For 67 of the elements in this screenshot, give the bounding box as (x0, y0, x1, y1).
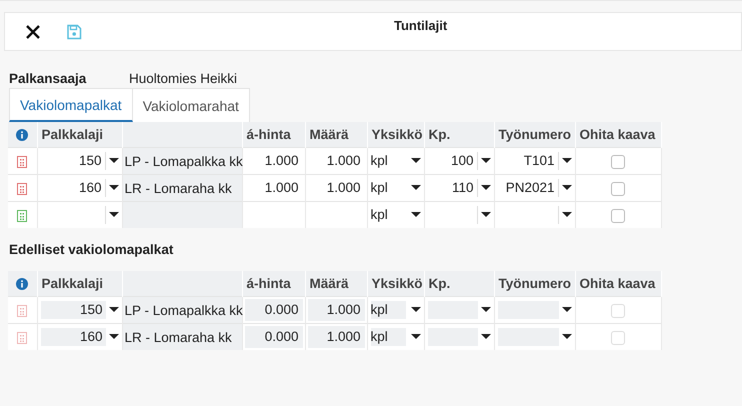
field-label: Palkansaaja (9, 70, 88, 86)
table-cell: LP - Lomapalkka kk (124, 154, 243, 168)
dropdown-field[interactable]: 150 (40, 150, 118, 172)
caret-icon[interactable] (480, 334, 490, 340)
dropdown-field[interactable] (428, 299, 490, 321)
dropdown-field[interactable]: 100 (428, 150, 490, 172)
dropdown-field[interactable]: T101 (498, 150, 572, 172)
caret-icon[interactable] (108, 334, 118, 340)
dropdown-field[interactable]: kpl (370, 177, 420, 199)
caret-icon[interactable] (108, 212, 118, 218)
table-cell: LR - Lomaraha kk (124, 180, 232, 196)
checkbox[interactable] (611, 182, 625, 196)
caret-icon[interactable] (562, 185, 572, 191)
column-header: Kp. (428, 276, 450, 291)
caret-icon[interactable] (410, 212, 420, 218)
caret-icon[interactable] (480, 212, 490, 218)
input-field[interactable]: 1.000 (308, 150, 364, 172)
checkbox[interactable] (611, 208, 625, 223)
close-icon[interactable] (26, 24, 40, 38)
table-cell: LR - Lomaraha kk (124, 330, 232, 344)
column-header: Palkkalaji (42, 127, 104, 142)
caret-icon[interactable] (108, 307, 118, 313)
column-header: Palkkalaji (42, 276, 104, 291)
caret-icon[interactable] (108, 185, 118, 191)
tab[interactable]: Vakiolomapalkat (9, 88, 133, 122)
column-header: Määrä (310, 276, 349, 291)
dropdown-field[interactable] (498, 326, 572, 348)
dropdown-field[interactable]: kpl (370, 150, 420, 172)
column-header: Työnumero (498, 127, 572, 142)
dropdown-field[interactable]: 110 (428, 177, 490, 199)
caret-icon[interactable] (410, 185, 420, 191)
section-heading: Edelliset vakiolomapalkat (9, 242, 174, 257)
caret-icon[interactable] (562, 158, 572, 164)
dropdown-field[interactable]: 160 (40, 177, 118, 199)
column-header: Ohita kaava (580, 127, 656, 142)
checkbox[interactable] (611, 154, 625, 169)
input-field[interactable]: 1.000 (244, 177, 302, 199)
column-header: Työnumero (498, 276, 572, 291)
column-header: Kp. (428, 127, 450, 142)
column-header: Yksikkö (372, 127, 423, 142)
caret-icon[interactable] (562, 307, 572, 313)
dropdown-field[interactable] (428, 326, 490, 348)
caret-icon[interactable] (562, 334, 572, 340)
column-header: á-hinta (246, 276, 291, 291)
dropdown-field[interactable]: PN2021 (498, 177, 572, 199)
caret-icon[interactable] (480, 158, 490, 164)
employee-name: Huoltomies Heikki (129, 70, 238, 86)
input-field[interactable]: 1.000 (244, 150, 302, 172)
info-icon[interactable] (16, 278, 28, 290)
caret-icon[interactable] (410, 158, 420, 164)
input-field[interactable]: 1.000 (308, 177, 364, 199)
column-header: Määrä (310, 127, 349, 142)
column-header: á-hinta (246, 127, 291, 142)
info-icon[interactable] (16, 129, 28, 142)
window-title: Tuntilajit (394, 18, 448, 33)
table-cell: LP - Lomapalkka kk (124, 302, 243, 318)
caret-icon[interactable] (410, 334, 420, 340)
tab[interactable]: Vakiolomarahat (132, 88, 250, 122)
caret-icon[interactable] (480, 185, 490, 191)
caret-icon[interactable] (480, 307, 490, 313)
caret-icon[interactable] (562, 212, 572, 218)
caret-icon[interactable] (410, 307, 420, 313)
column-header: Yksikkö (372, 276, 423, 291)
dropdown-field[interactable]: kpl (370, 204, 420, 226)
dropdown-field[interactable] (498, 299, 572, 321)
column-header: Ohita kaava (580, 276, 656, 291)
caret-icon[interactable] (108, 158, 118, 164)
